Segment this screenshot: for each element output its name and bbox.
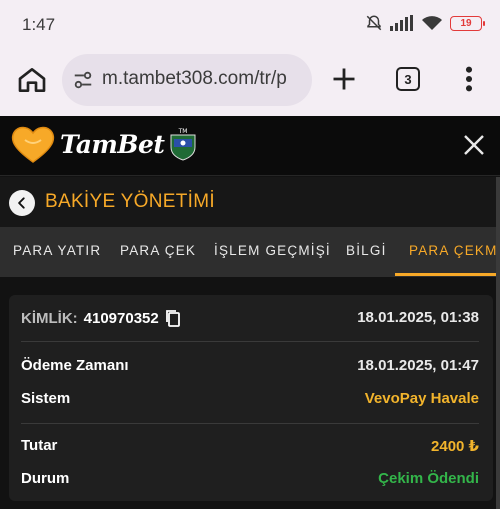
status-label: Durum	[21, 470, 70, 487]
mute-bell-icon	[366, 15, 382, 31]
home-icon[interactable]	[16, 64, 48, 96]
tab-count: 3	[404, 71, 412, 87]
chevron-left-icon	[18, 197, 25, 209]
tab-withdrawals[interactable]: PARA ÇEKME	[409, 227, 500, 277]
logo-badge: TM	[178, 128, 188, 135]
divider	[21, 341, 479, 342]
site-header: TamBet TM	[0, 116, 500, 176]
url-text[interactable]: m.tambet308.com/tr/p	[102, 68, 287, 90]
status-value: Çekim Ödendi	[378, 470, 479, 487]
logo-text: TamBet	[60, 129, 165, 159]
address-bar[interactable]: m.tambet308.com/tr/p	[62, 54, 312, 106]
site-settings-icon[interactable]	[72, 69, 94, 91]
amount-row: Tutar 2400 ₺	[21, 437, 479, 457]
close-icon[interactable]	[462, 133, 486, 157]
browser-toolbar: m.tambet308.com/tr/p 3	[0, 50, 500, 116]
status-time: 1:47	[22, 15, 56, 34]
card-header-row: KİMLİK: 410970352 18.01.2025, 01:38	[21, 309, 479, 329]
wifi-icon	[422, 16, 442, 30]
battery-level: 19	[460, 17, 472, 29]
page-title-bar: BAKİYE YÖNETİMİ	[0, 177, 500, 227]
tab-transaction-history[interactable]: İŞLEM GEÇMİŞİ	[214, 227, 331, 277]
system-row: Sistem VevoPay Havale	[21, 390, 479, 410]
tab-info[interactable]: BİLGİ	[346, 227, 387, 277]
main-content: KİMLİK: 410970352 18.01.2025, 01:38 Ödem…	[0, 277, 500, 509]
more-vert-icon[interactable]	[460, 65, 478, 93]
signal-icon	[390, 15, 413, 31]
tab-deposit[interactable]: PARA YATIR	[13, 227, 101, 277]
site-logo[interactable]: TamBet TM	[10, 124, 198, 164]
created-time: 18.01.2025, 01:38	[357, 309, 479, 326]
id-value: 410970352	[83, 309, 159, 327]
tab-bar: PARA YATIR PARA ÇEK İŞLEM GEÇMİŞİ BİLGİ …	[0, 227, 500, 277]
copy-icon[interactable]	[165, 309, 181, 327]
divider	[21, 423, 479, 424]
status-bar: 1:47 19	[0, 0, 500, 50]
scrollbar[interactable]	[496, 177, 500, 509]
tab-switcher-button[interactable]: 3	[396, 67, 420, 91]
system-label: Sistem	[21, 390, 71, 407]
system-value: VevoPay Havale	[364, 390, 479, 407]
withdrawal-card: KİMLİK: 410970352 18.01.2025, 01:38 Ödem…	[9, 295, 493, 501]
new-tab-icon[interactable]	[330, 65, 358, 93]
id-group: KİMLİK: 410970352	[21, 309, 181, 327]
status-icons: 19	[365, 14, 485, 32]
emblem-icon: TM	[170, 128, 196, 161]
back-button[interactable]	[9, 190, 35, 216]
battery-icon: 19	[450, 15, 485, 31]
heart-logo-icon	[11, 126, 55, 163]
page-title: BAKİYE YÖNETİMİ	[45, 191, 215, 212]
status-row: Durum Çekim Ödendi	[21, 470, 479, 490]
active-tab-indicator	[395, 273, 500, 276]
tab-withdraw[interactable]: PARA ÇEK	[120, 227, 196, 277]
payment-time-row: Ödeme Zamanı 18.01.2025, 01:47	[21, 357, 479, 377]
id-label: KİMLİK:	[21, 309, 78, 327]
amount-value: 2400 ₺	[431, 438, 479, 455]
payment-time-label: Ödeme Zamanı	[21, 357, 129, 374]
amount-label: Tutar	[21, 437, 58, 454]
payment-time-value: 18.01.2025, 01:47	[357, 357, 479, 374]
